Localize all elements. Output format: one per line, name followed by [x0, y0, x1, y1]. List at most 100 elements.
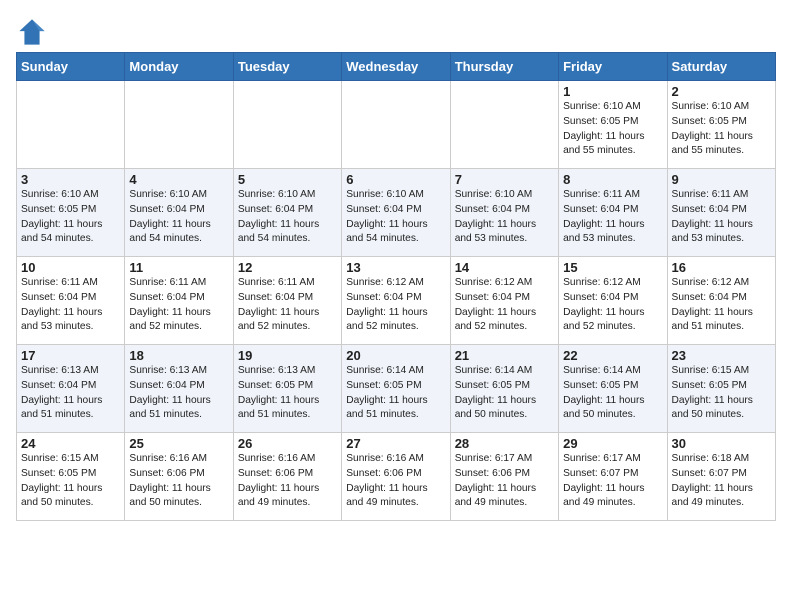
day-info: Sunrise: 6:10 AM Sunset: 6:04 PM Dayligh… — [346, 188, 445, 247]
day-info: Sunrise: 6:15 AM Sunset: 6:05 PM Dayligh… — [672, 364, 771, 423]
day-cell-18: 18Sunrise: 6:13 AM Sunset: 6:04 PM Dayli… — [125, 345, 233, 433]
day-cell-28: 28Sunrise: 6:17 AM Sunset: 6:06 PM Dayli… — [450, 433, 558, 521]
day-number: 30 — [672, 436, 771, 451]
day-number: 5 — [238, 172, 337, 187]
day-number: 25 — [129, 436, 228, 451]
logo — [16, 16, 52, 48]
day-number: 16 — [672, 260, 771, 275]
day-cell-25: 25Sunrise: 6:16 AM Sunset: 6:06 PM Dayli… — [125, 433, 233, 521]
day-info: Sunrise: 6:15 AM Sunset: 6:05 PM Dayligh… — [21, 452, 120, 511]
day-number: 13 — [346, 260, 445, 275]
day-cell-3: 3Sunrise: 6:10 AM Sunset: 6:05 PM Daylig… — [17, 169, 125, 257]
day-info: Sunrise: 6:13 AM Sunset: 6:04 PM Dayligh… — [21, 364, 120, 423]
day-info: Sunrise: 6:12 AM Sunset: 6:04 PM Dayligh… — [346, 276, 445, 335]
calendar-table: SundayMondayTuesdayWednesdayThursdayFrid… — [16, 52, 776, 521]
empty-cell — [17, 81, 125, 169]
day-info: Sunrise: 6:17 AM Sunset: 6:06 PM Dayligh… — [455, 452, 554, 511]
week-row-3: 10Sunrise: 6:11 AM Sunset: 6:04 PM Dayli… — [17, 257, 776, 345]
weekday-header-row: SundayMondayTuesdayWednesdayThursdayFrid… — [17, 53, 776, 81]
weekday-header-tuesday: Tuesday — [233, 53, 341, 81]
day-cell-2: 2Sunrise: 6:10 AM Sunset: 6:05 PM Daylig… — [667, 81, 775, 169]
day-number: 19 — [238, 348, 337, 363]
day-cell-13: 13Sunrise: 6:12 AM Sunset: 6:04 PM Dayli… — [342, 257, 450, 345]
weekday-header-sunday: Sunday — [17, 53, 125, 81]
day-cell-11: 11Sunrise: 6:11 AM Sunset: 6:04 PM Dayli… — [125, 257, 233, 345]
day-cell-12: 12Sunrise: 6:11 AM Sunset: 6:04 PM Dayli… — [233, 257, 341, 345]
day-cell-15: 15Sunrise: 6:12 AM Sunset: 6:04 PM Dayli… — [559, 257, 667, 345]
day-cell-26: 26Sunrise: 6:16 AM Sunset: 6:06 PM Dayli… — [233, 433, 341, 521]
day-cell-23: 23Sunrise: 6:15 AM Sunset: 6:05 PM Dayli… — [667, 345, 775, 433]
day-number: 28 — [455, 436, 554, 451]
day-info: Sunrise: 6:10 AM Sunset: 6:05 PM Dayligh… — [672, 100, 771, 159]
day-info: Sunrise: 6:10 AM Sunset: 6:04 PM Dayligh… — [455, 188, 554, 247]
weekday-header-monday: Monday — [125, 53, 233, 81]
day-number: 12 — [238, 260, 337, 275]
day-info: Sunrise: 6:14 AM Sunset: 6:05 PM Dayligh… — [346, 364, 445, 423]
day-number: 6 — [346, 172, 445, 187]
day-info: Sunrise: 6:12 AM Sunset: 6:04 PM Dayligh… — [672, 276, 771, 335]
day-cell-29: 29Sunrise: 6:17 AM Sunset: 6:07 PM Dayli… — [559, 433, 667, 521]
day-number: 1 — [563, 84, 662, 99]
day-number: 23 — [672, 348, 771, 363]
day-number: 9 — [672, 172, 771, 187]
day-info: Sunrise: 6:10 AM Sunset: 6:05 PM Dayligh… — [563, 100, 662, 159]
header — [16, 16, 776, 48]
week-row-1: 1Sunrise: 6:10 AM Sunset: 6:05 PM Daylig… — [17, 81, 776, 169]
day-info: Sunrise: 6:16 AM Sunset: 6:06 PM Dayligh… — [346, 452, 445, 511]
day-info: Sunrise: 6:14 AM Sunset: 6:05 PM Dayligh… — [563, 364, 662, 423]
day-number: 17 — [21, 348, 120, 363]
day-info: Sunrise: 6:12 AM Sunset: 6:04 PM Dayligh… — [563, 276, 662, 335]
day-cell-1: 1Sunrise: 6:10 AM Sunset: 6:05 PM Daylig… — [559, 81, 667, 169]
day-cell-20: 20Sunrise: 6:14 AM Sunset: 6:05 PM Dayli… — [342, 345, 450, 433]
day-cell-6: 6Sunrise: 6:10 AM Sunset: 6:04 PM Daylig… — [342, 169, 450, 257]
week-row-4: 17Sunrise: 6:13 AM Sunset: 6:04 PM Dayli… — [17, 345, 776, 433]
day-info: Sunrise: 6:14 AM Sunset: 6:05 PM Dayligh… — [455, 364, 554, 423]
day-info: Sunrise: 6:13 AM Sunset: 6:05 PM Dayligh… — [238, 364, 337, 423]
day-number: 8 — [563, 172, 662, 187]
day-info: Sunrise: 6:16 AM Sunset: 6:06 PM Dayligh… — [129, 452, 228, 511]
day-cell-8: 8Sunrise: 6:11 AM Sunset: 6:04 PM Daylig… — [559, 169, 667, 257]
day-number: 7 — [455, 172, 554, 187]
day-cell-24: 24Sunrise: 6:15 AM Sunset: 6:05 PM Dayli… — [17, 433, 125, 521]
day-info: Sunrise: 6:11 AM Sunset: 6:04 PM Dayligh… — [238, 276, 337, 335]
weekday-header-thursday: Thursday — [450, 53, 558, 81]
day-number: 2 — [672, 84, 771, 99]
day-info: Sunrise: 6:10 AM Sunset: 6:04 PM Dayligh… — [238, 188, 337, 247]
empty-cell — [342, 81, 450, 169]
day-cell-7: 7Sunrise: 6:10 AM Sunset: 6:04 PM Daylig… — [450, 169, 558, 257]
day-cell-16: 16Sunrise: 6:12 AM Sunset: 6:04 PM Dayli… — [667, 257, 775, 345]
day-info: Sunrise: 6:11 AM Sunset: 6:04 PM Dayligh… — [672, 188, 771, 247]
day-cell-22: 22Sunrise: 6:14 AM Sunset: 6:05 PM Dayli… — [559, 345, 667, 433]
day-info: Sunrise: 6:11 AM Sunset: 6:04 PM Dayligh… — [129, 276, 228, 335]
day-info: Sunrise: 6:11 AM Sunset: 6:04 PM Dayligh… — [21, 276, 120, 335]
day-info: Sunrise: 6:17 AM Sunset: 6:07 PM Dayligh… — [563, 452, 662, 511]
day-number: 26 — [238, 436, 337, 451]
day-cell-10: 10Sunrise: 6:11 AM Sunset: 6:04 PM Dayli… — [17, 257, 125, 345]
page: SundayMondayTuesdayWednesdayThursdayFrid… — [0, 0, 792, 531]
day-info: Sunrise: 6:11 AM Sunset: 6:04 PM Dayligh… — [563, 188, 662, 247]
day-cell-5: 5Sunrise: 6:10 AM Sunset: 6:04 PM Daylig… — [233, 169, 341, 257]
weekday-header-friday: Friday — [559, 53, 667, 81]
day-cell-21: 21Sunrise: 6:14 AM Sunset: 6:05 PM Dayli… — [450, 345, 558, 433]
weekday-header-wednesday: Wednesday — [342, 53, 450, 81]
day-number: 3 — [21, 172, 120, 187]
logo-icon — [16, 16, 48, 48]
day-info: Sunrise: 6:10 AM Sunset: 6:05 PM Dayligh… — [21, 188, 120, 247]
day-cell-14: 14Sunrise: 6:12 AM Sunset: 6:04 PM Dayli… — [450, 257, 558, 345]
day-cell-9: 9Sunrise: 6:11 AM Sunset: 6:04 PM Daylig… — [667, 169, 775, 257]
week-row-2: 3Sunrise: 6:10 AM Sunset: 6:05 PM Daylig… — [17, 169, 776, 257]
day-number: 11 — [129, 260, 228, 275]
day-number: 21 — [455, 348, 554, 363]
day-cell-19: 19Sunrise: 6:13 AM Sunset: 6:05 PM Dayli… — [233, 345, 341, 433]
day-number: 22 — [563, 348, 662, 363]
weekday-header-saturday: Saturday — [667, 53, 775, 81]
empty-cell — [125, 81, 233, 169]
empty-cell — [233, 81, 341, 169]
day-info: Sunrise: 6:13 AM Sunset: 6:04 PM Dayligh… — [129, 364, 228, 423]
day-number: 20 — [346, 348, 445, 363]
empty-cell — [450, 81, 558, 169]
day-number: 24 — [21, 436, 120, 451]
day-number: 10 — [21, 260, 120, 275]
day-cell-27: 27Sunrise: 6:16 AM Sunset: 6:06 PM Dayli… — [342, 433, 450, 521]
day-number: 18 — [129, 348, 228, 363]
